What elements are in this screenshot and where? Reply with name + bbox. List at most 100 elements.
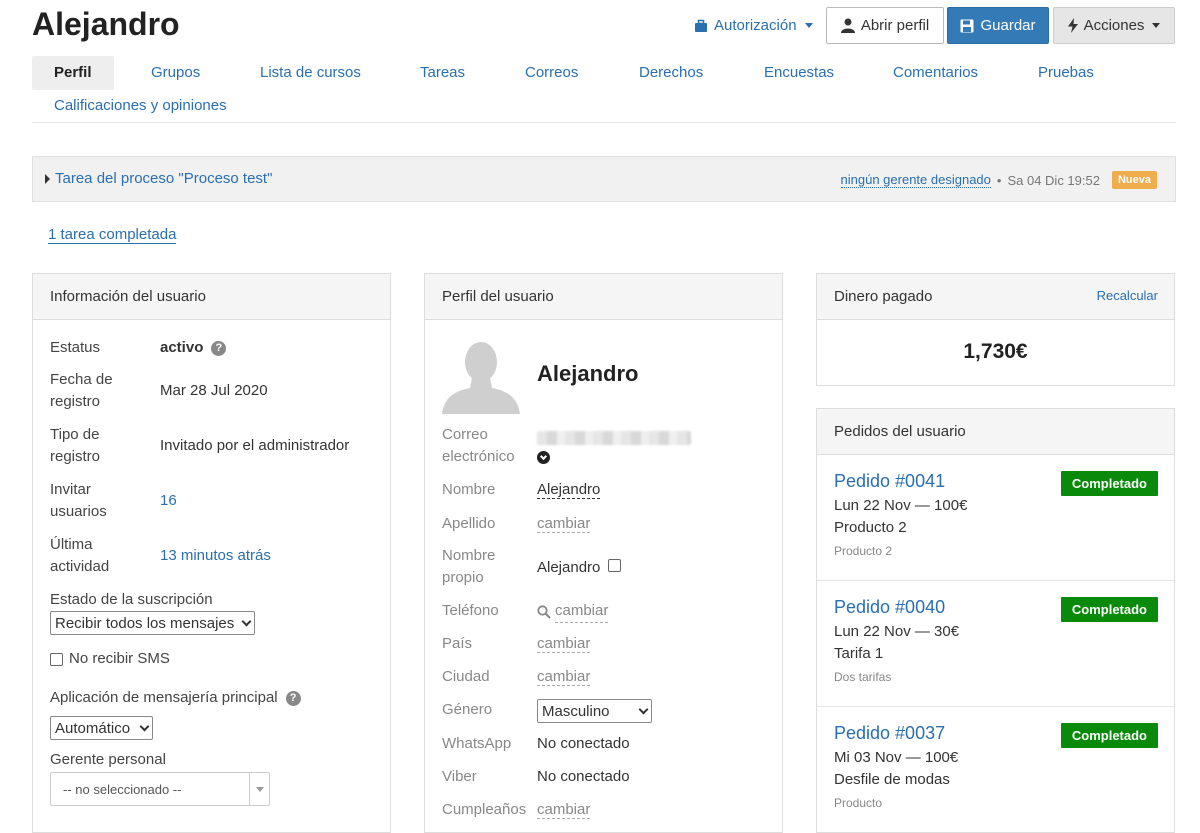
own-name-label: Nombre propio [442, 545, 495, 589]
dropdown-arrow[interactable] [249, 773, 269, 805]
order-product: Producto 2 [834, 519, 907, 536]
status-text: activo [160, 339, 204, 356]
save-button[interactable]: Guardar [947, 7, 1049, 44]
order-date-amount: Mi 03 Nov — 100€ [834, 749, 959, 766]
city-change[interactable]: cambiar [537, 666, 591, 688]
tab-perfil[interactable]: Perfil [32, 56, 114, 90]
reg-type-label: Tipo de registro [50, 424, 100, 468]
manager-select[interactable]: -- no seleccionado -- [50, 772, 270, 806]
change-link: cambiar [537, 801, 591, 819]
task-manager-link[interactable]: ningún gerente designado [840, 172, 991, 188]
open-profile-button[interactable]: Abrir perfil [826, 7, 944, 44]
order-item: Pedido #0037 Completado Mi 03 Nov — 100€… [817, 707, 1174, 833]
task-title-link[interactable]: Tarea del proceso "Proceso test" [55, 170, 272, 187]
last-name-change[interactable]: cambiar [537, 513, 591, 535]
manager-label: Gerente personal [50, 751, 166, 768]
no-sms-checkbox[interactable] [50, 652, 63, 666]
status-value: activo? [160, 337, 227, 359]
tab-grupos[interactable]: Grupos [129, 56, 222, 90]
phone-change[interactable]: cambiar [537, 600, 609, 623]
birthday-change[interactable]: cambiar [537, 799, 591, 821]
chevron-down-icon [139, 721, 150, 731]
last-activity-label-line2: actividad [50, 558, 110, 575]
chevron-down-icon [638, 704, 649, 714]
viber-label: Viber [442, 768, 477, 785]
reg-date-label-line2: registro [50, 393, 101, 410]
tab-calificaciones[interactable]: Calificaciones y opiniones [32, 89, 249, 123]
authorization-label: Autorización [714, 17, 797, 34]
messenger-value: Automático [55, 719, 131, 737]
money-amount: 1,730€ [963, 340, 1028, 363]
avatar-placeholder-icon [442, 338, 520, 414]
order-date-amount: Lun 22 Nov — 30€ [834, 623, 960, 640]
invite-count-link[interactable]: 16 [160, 490, 177, 512]
order-link[interactable]: Pedido #0041 [834, 471, 945, 492]
caret-down-icon [804, 23, 813, 28]
tab-encuestas[interactable]: Encuestas [742, 56, 856, 90]
change-link: cambiar [537, 668, 591, 686]
order-date-amount: Lun 22 Nov — 100€ [834, 497, 968, 514]
change-link: cambiar [537, 635, 591, 653]
own-name-checkbox[interactable] [608, 558, 622, 572]
first-name-value[interactable]: Alejandro [537, 479, 601, 501]
authorization-dropdown[interactable]: Autorización [690, 7, 817, 44]
caret-down-icon [255, 786, 264, 792]
reg-type-value: Invitado por el administrador [160, 437, 350, 454]
own-name-label-line2: propio [442, 569, 484, 586]
whatsapp-value: No conectado [537, 735, 630, 752]
order-item: Pedido #0040 Completado Lun 22 Nov — 30€… [817, 581, 1174, 707]
change-link: cambiar [555, 600, 609, 623]
no-sms-label: No recibir SMS [69, 650, 170, 667]
order-link[interactable]: Pedido #0040 [834, 597, 945, 618]
country-change[interactable]: cambiar [537, 633, 591, 655]
tab-lista-de-cursos[interactable]: Lista de cursos [238, 56, 383, 90]
tab-tareas[interactable]: Tareas [398, 56, 487, 90]
order-item: Pedido #0041 Completado Lun 22 Nov — 100… [817, 455, 1174, 581]
email-label: Correo electrónico [442, 424, 515, 468]
question-icon[interactable]: ? [211, 341, 227, 356]
first-name-label: Nombre [442, 481, 496, 498]
tab-derechos[interactable]: Derechos [617, 56, 725, 90]
user-orders-panel: Pedidos del usuario Pedido #0041 Complet… [816, 408, 1175, 833]
completed-tasks-link[interactable]: 1 tarea completada [48, 226, 177, 244]
save-label: Guardar [980, 17, 1036, 34]
last-activity-label-line1: Última [50, 536, 93, 553]
manager-value: -- no seleccionado -- [63, 781, 182, 797]
order-status-badge: Completado [1060, 471, 1158, 496]
messenger-select[interactable]: Automático [50, 716, 153, 740]
reg-date-label-line1: Fecha de [50, 371, 113, 388]
recalculate-link[interactable]: Recalcular [1097, 288, 1158, 303]
reg-date-label: Fecha de registro [50, 369, 113, 413]
gender-label: Género [442, 701, 493, 718]
own-name-label-line1: Nombre [442, 547, 496, 564]
caret-right-icon[interactable] [45, 174, 50, 184]
task-meta: ningún gerente designado • Sa 04 Dic 19:… [840, 171, 1157, 189]
no-sms-row: No recibir SMS [50, 648, 170, 670]
last-activity-link[interactable]: 13 minutos atrás [160, 545, 271, 567]
caret-down-icon [1152, 23, 1161, 28]
city-label: Ciudad [442, 668, 490, 685]
order-link[interactable]: Pedido #0037 [834, 723, 945, 744]
phone-label: Teléfono [442, 602, 499, 619]
subscription-select[interactable]: Recibir todos los mensajes [50, 611, 255, 635]
last-name-label: Apellido [442, 515, 496, 532]
profile-name: Alejandro [537, 361, 639, 386]
country-label: País [442, 635, 473, 652]
actions-dropdown[interactable]: Acciones [1053, 7, 1175, 44]
whatsapp-label: WhatsApp [442, 735, 512, 752]
open-profile-label: Abrir perfil [860, 17, 930, 34]
order-status-badge: Completado [1060, 597, 1158, 622]
invite-label: Invitar usuarios [50, 479, 107, 523]
question-icon[interactable]: ? [285, 691, 301, 706]
gender-select[interactable]: Masculino [537, 699, 652, 723]
messenger-label: Aplicación de mensajería principal? [50, 687, 301, 709]
tab-comentarios[interactable]: Comentarios [871, 56, 1000, 90]
floppy-disk-icon [960, 19, 974, 32]
user-orders-heading: Pedidos del usuario [817, 409, 1174, 455]
tab-pruebas[interactable]: Pruebas [1016, 56, 1116, 90]
gender-value: Masculino [542, 702, 610, 720]
tab-correos[interactable]: Correos [503, 56, 600, 90]
invite-label-line2: usuarios [50, 503, 107, 520]
reg-type-label-line2: registro [50, 448, 101, 465]
actions-label: Acciones [1083, 17, 1145, 34]
